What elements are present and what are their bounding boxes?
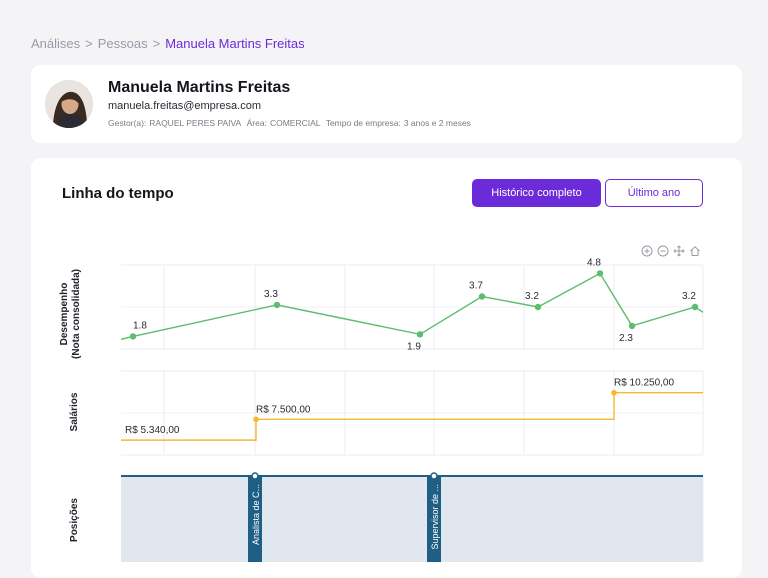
breadcrumb-item-analises[interactable]: Análises bbox=[31, 36, 80, 51]
performance-data-label: 3.2 bbox=[682, 291, 696, 302]
position-label: Analista de C... bbox=[251, 484, 261, 545]
performance-point bbox=[534, 303, 542, 311]
salary-data-label: R$ 5.340,00 bbox=[125, 425, 180, 436]
performance-data-label: 1.8 bbox=[133, 320, 147, 331]
salary-point bbox=[611, 389, 617, 396]
performance-point bbox=[628, 322, 636, 330]
tenure-label: Tempo de empresa: bbox=[325, 118, 401, 128]
manager-label: Gestor(a): bbox=[108, 118, 147, 128]
performance-data-label: 3.7 bbox=[469, 281, 483, 292]
position-point bbox=[430, 472, 438, 480]
performance-point bbox=[478, 293, 486, 300]
salary-data-label: R$ 10.250,00 bbox=[614, 378, 674, 389]
performance-point bbox=[691, 303, 699, 311]
profile-card: Manuela Martins Freitas manuela.freitas@… bbox=[31, 65, 742, 143]
avatar-image bbox=[45, 80, 93, 128]
performance-data-label: 4.8 bbox=[587, 257, 601, 268]
breadcrumb-separator: > bbox=[152, 36, 161, 51]
performance-point bbox=[273, 301, 281, 309]
profile-meta: Gestor(a): RAQUEL PERES PAIVA Área: COMERC… bbox=[108, 118, 474, 128]
profile-email: manuela.freitas@empresa.com bbox=[108, 100, 262, 112]
timeline-card: Linha do tempo Histórico completo Último… bbox=[31, 158, 742, 578]
positions-band bbox=[121, 476, 703, 562]
manager-value: RAQUEL PERES PAIVA bbox=[149, 118, 242, 128]
performance-point bbox=[416, 331, 424, 338]
timeline-chart[interactable]: 1.8 3.3 1.9 3.7 3.2 4.8 2.3 3.2 R$ 5.340,00 R$ 7.… bbox=[31, 158, 742, 562]
performance-point bbox=[596, 270, 604, 277]
performance-data-label: 3.3 bbox=[264, 289, 278, 300]
salary-data-label: R$ 7.500,00 bbox=[256, 404, 311, 415]
salary-point bbox=[253, 416, 259, 423]
breadcrumb: Análises > Pessoas > Manuela Martins Freitas bbox=[31, 36, 305, 51]
performance-data-label: 3.2 bbox=[525, 291, 539, 302]
tenure-value: 3 anos e 2 meses bbox=[403, 118, 471, 128]
area-label: Área: bbox=[246, 118, 267, 128]
performance-data-label: 2.3 bbox=[619, 333, 633, 344]
profile-name: Manuela Martins Freitas bbox=[108, 79, 291, 96]
salary-line bbox=[121, 392, 703, 441]
performance-point bbox=[129, 333, 137, 340]
breadcrumb-separator: > bbox=[85, 36, 93, 51]
breadcrumb-item-pessoas[interactable]: Pessoas bbox=[98, 36, 148, 51]
performance-data-label: 1.9 bbox=[407, 341, 421, 352]
position-label: Supervisor de ... bbox=[430, 484, 440, 550]
position-point bbox=[251, 472, 259, 480]
breadcrumb-current: Manuela Martins Freitas bbox=[165, 36, 305, 51]
performance-line bbox=[120, 272, 704, 340]
area-value: COMERCIAL bbox=[269, 118, 321, 128]
avatar bbox=[45, 80, 93, 128]
